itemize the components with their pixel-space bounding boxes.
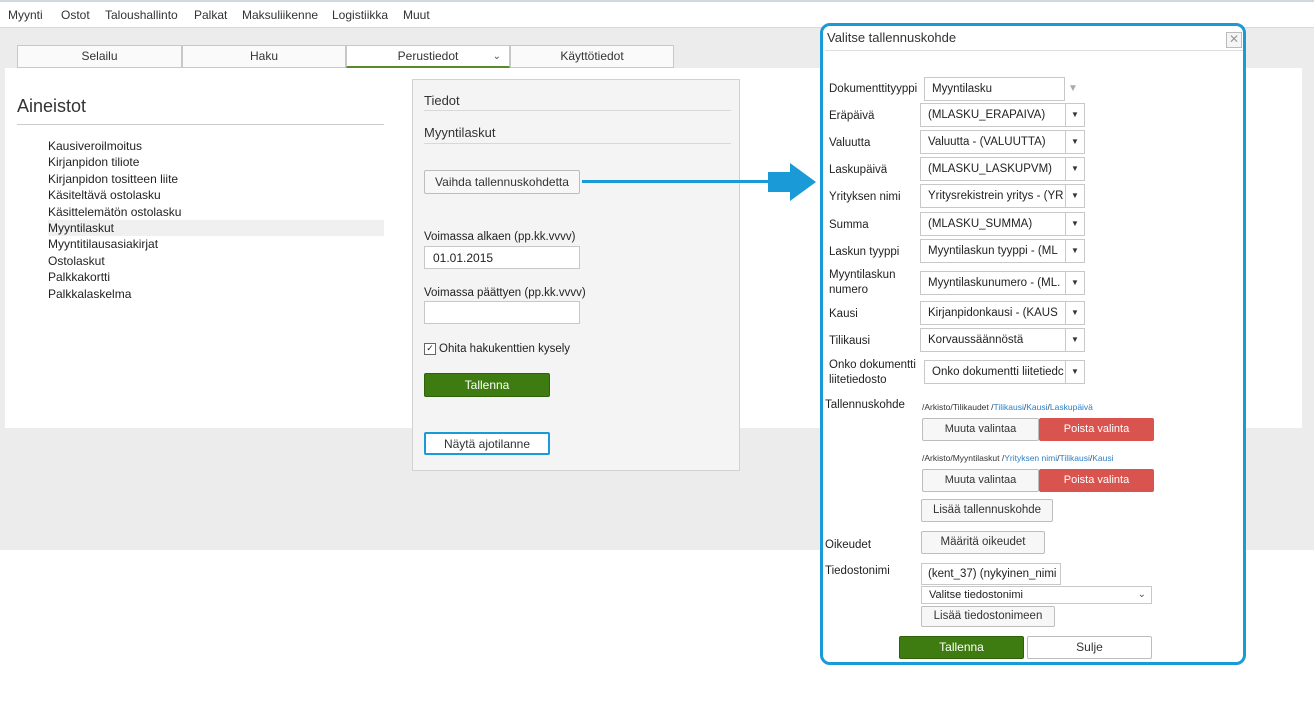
remove-selection-button[interactable]: Poista valinta [1039, 418, 1154, 441]
field-label: Summa [829, 219, 869, 231]
dropdown-arrow-icon[interactable]: ▼ [1065, 301, 1085, 325]
tiedot-panel: Tiedot Myyntilaskut Vaihda tallennuskohd… [412, 79, 740, 471]
field-label: Eräpäivä [829, 110, 875, 122]
divider [825, 50, 1243, 51]
list-item[interactable]: Myyntitilausasiakirjat [48, 236, 384, 252]
list-item[interactable]: Palkkakortti [48, 269, 384, 285]
nav-ostot[interactable]: Ostot [61, 8, 90, 22]
dialog-save-button[interactable]: Tallenna [899, 636, 1024, 659]
show-status-button[interactable]: Näytä ajotilanne [424, 432, 550, 455]
filename-select[interactable]: Valitse tiedostonimi ⌄ [921, 586, 1152, 604]
nav-logistiikka[interactable]: Logistiikka [332, 8, 388, 22]
due-date-select[interactable]: (MLASKU_ERAPAIVA) [920, 103, 1066, 127]
chevron-down-icon: ⌄ [1137, 589, 1146, 600]
dropdown-arrow-icon[interactable]: ▼ [1065, 271, 1085, 295]
invoice-date-select[interactable]: (MLASKU_LASKUPVM) [920, 157, 1066, 181]
change-selection-button[interactable]: Muuta valintaa [922, 418, 1039, 441]
valid-to-label: Voimassa päättyen (pp.kk.vvvv) [424, 287, 586, 299]
list-item[interactable]: Palkkalaskelma [48, 286, 384, 302]
nav-taloushallinto[interactable]: Taloushallinto [105, 8, 178, 22]
field-label: Laskupäivä [829, 164, 888, 176]
nav-palkat[interactable]: Palkat [194, 8, 227, 22]
dropdown-arrow-icon[interactable]: ▼ [1065, 328, 1085, 352]
chevron-down-icon: ⌄ [492, 51, 501, 62]
field-label: Laskun tyyppi [829, 246, 900, 258]
tallennuskohde-label: Tallennuskohde [825, 399, 905, 411]
tab-haku[interactable]: Haku [182, 45, 346, 68]
tab-kayttotiedot[interactable]: Käyttötiedot [510, 45, 674, 68]
sum-select[interactable]: (MLASKU_SUMMA) [920, 212, 1066, 236]
aineistot-title: Aineistot [17, 96, 87, 116]
field-label: Yrityksen nimi [829, 191, 901, 203]
invoice-number-select[interactable]: Myyntilaskunumero - (ML. [920, 271, 1066, 295]
add-target-button[interactable]: Lisää tallennuskohde [921, 499, 1053, 522]
target-path-1: /Arkisto/Tilikaudet /Tilikausi/Kausi/Las… [922, 402, 1093, 412]
filename-label: Tiedostonimi [825, 565, 890, 577]
caret-down-icon: ▼ [1068, 83, 1078, 94]
filename-input[interactable] [921, 563, 1061, 585]
fiscal-year-select[interactable]: Korvaussäännöstä [920, 328, 1066, 352]
nav-maksuliikenne[interactable]: Maksuliikenne [242, 8, 318, 22]
skip-checkbox-label: Ohita hakukenttien kysely [439, 343, 571, 355]
dropdown-arrow-icon[interactable]: ▼ [1065, 212, 1085, 236]
rights-label: Oikeudet [825, 539, 872, 551]
is-attachment-select[interactable]: Onko dokumentti liitetiedc [924, 360, 1066, 384]
divider [424, 110, 731, 111]
field-label: Myyntilaskun numero [829, 269, 896, 296]
nav-muut[interactable]: Muut [403, 8, 430, 22]
valid-to-input[interactable] [424, 301, 580, 324]
dropdown-arrow-icon[interactable]: ▼ [1065, 239, 1085, 263]
change-target-button[interactable]: Vaihda tallennuskohdetta [424, 170, 580, 194]
close-icon[interactable]: ✕ [1226, 32, 1242, 48]
dropdown-arrow-icon[interactable]: ▼ [1065, 130, 1085, 154]
company-name-select[interactable]: Yritysrekistrein yritys - (YR [920, 184, 1066, 208]
list-item[interactable]: Kirjanpidon tositteen liite [48, 171, 384, 187]
dropdown-arrow-icon[interactable]: ▼ [1065, 184, 1085, 208]
nav-myynti[interactable]: Myynti [8, 8, 43, 22]
define-rights-button[interactable]: Määritä oikeudet [921, 531, 1045, 554]
dropdown-arrow-icon[interactable]: ▼ [1065, 103, 1085, 127]
arrow-connector [582, 180, 772, 183]
save-button[interactable]: Tallenna [424, 373, 550, 397]
field-label: Tilikausi [829, 335, 871, 347]
field-label: Valuutta [829, 137, 871, 149]
target-path-2: /Arkisto/Myyntilaskut /Yrityksen nimi/Ti… [922, 453, 1114, 463]
arrow-right-icon [768, 163, 816, 201]
tiedot-title: Tiedot [424, 93, 460, 108]
dialog-title: Valitse tallennuskohde [827, 30, 957, 45]
document-type-field[interactable]: Myyntilasku [924, 77, 1065, 101]
change-selection-button[interactable]: Muuta valintaa [922, 469, 1039, 492]
list-item-selected[interactable]: Myyntilaskut [48, 219, 384, 237]
field-label: Onko dokumentti liitetiedosto [829, 359, 916, 386]
tab-selailu[interactable]: Selailu [17, 45, 182, 68]
field-label: Dokumenttityyppi [829, 83, 918, 95]
divider [17, 124, 384, 125]
valid-from-input[interactable] [424, 246, 580, 269]
list-item[interactable]: Kirjanpidon tiliote [48, 154, 384, 170]
list-item[interactable]: Kausiveroilmoitus [48, 138, 384, 154]
list-item[interactable]: Käsittelemätön ostolasku [48, 204, 384, 220]
field-label: Kausi [829, 308, 858, 320]
remove-selection-button[interactable]: Poista valinta [1039, 469, 1154, 492]
skip-checkbox[interactable]: ✓ [424, 343, 436, 355]
add-to-filename-button[interactable]: Lisää tiedostonimeen [921, 606, 1055, 627]
dropdown-arrow-icon[interactable]: ▼ [1065, 360, 1085, 384]
tab-perustiedot[interactable]: Perustiedot ⌄ [346, 45, 510, 68]
dialog-close-button[interactable]: Sulje [1027, 636, 1152, 659]
currency-select[interactable]: Valuutta - (VALUUTTA) [920, 130, 1066, 154]
list-item[interactable]: Ostolaskut [48, 253, 384, 269]
valid-from-label: Voimassa alkaen (pp.kk.vvvv) [424, 231, 576, 243]
tab-bar: Selailu Haku Perustiedot ⌄ Käyttötiedot [17, 45, 674, 68]
tiedot-subtitle: Myyntilaskut [424, 125, 496, 140]
aineistot-list: Kausiveroilmoitus Kirjanpidon tiliote Ki… [48, 138, 384, 302]
divider [424, 143, 731, 144]
list-item[interactable]: Käsiteltävä ostolasku [48, 187, 384, 203]
invoice-type-select[interactable]: Myyntilaskun tyyppi - (ML [920, 239, 1066, 263]
dropdown-arrow-icon[interactable]: ▼ [1065, 157, 1085, 181]
period-select[interactable]: Kirjanpidonkausi - (KAUS [920, 301, 1066, 325]
